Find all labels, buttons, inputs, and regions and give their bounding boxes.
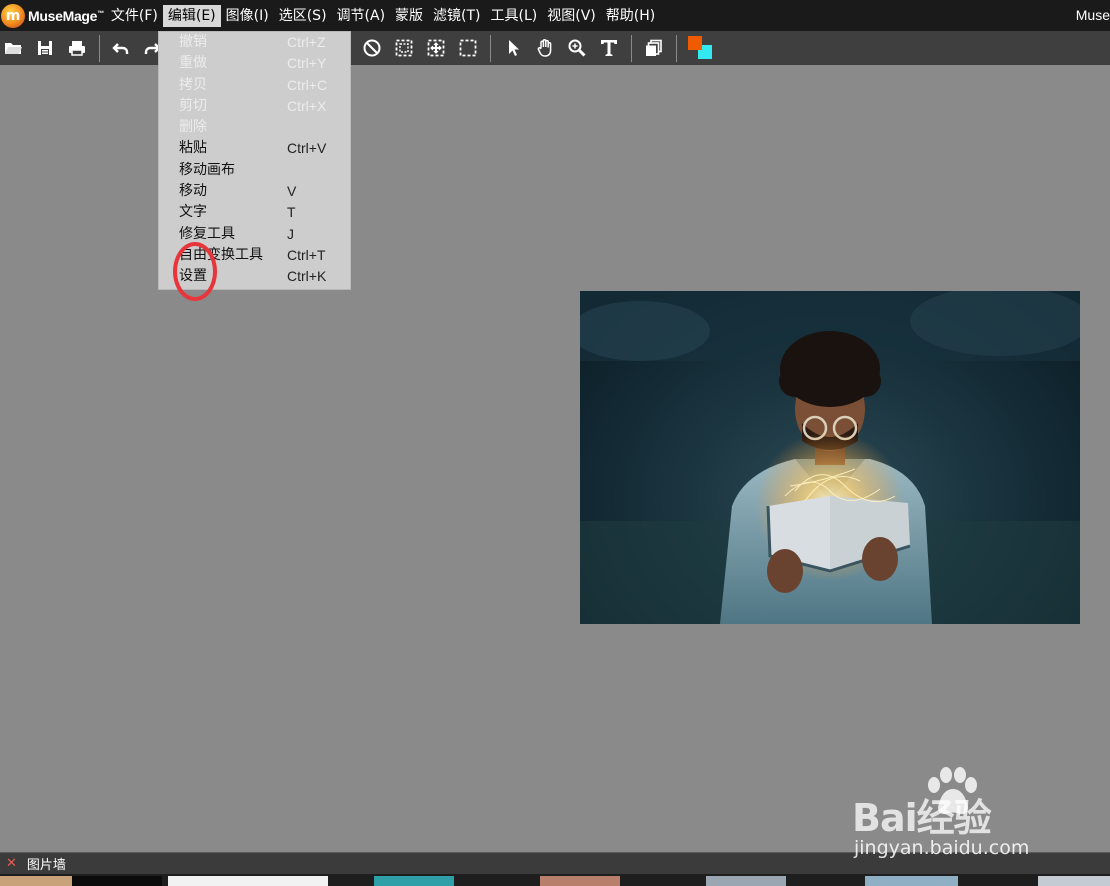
close-icon[interactable]: ✕ bbox=[6, 856, 17, 871]
menu-mask[interactable]: 蒙版 bbox=[390, 5, 428, 27]
menu-item-undo[interactable]: 撤销 Ctrl+Z bbox=[159, 32, 350, 53]
menu-edit[interactable]: 编辑(E) bbox=[162, 4, 221, 27]
image-wall-title: 图片墙 bbox=[26, 858, 66, 873]
thumbnail[interactable] bbox=[865, 876, 958, 886]
menu-file[interactable]: 文件(F) bbox=[106, 5, 163, 27]
undo-icon[interactable] bbox=[110, 37, 132, 59]
thumbnail[interactable] bbox=[168, 876, 328, 886]
musemage-logo-icon: m bbox=[1, 3, 25, 28]
open-folder-icon[interactable] bbox=[2, 37, 24, 59]
save-icon[interactable] bbox=[34, 37, 56, 59]
layers-icon[interactable] bbox=[643, 37, 665, 59]
print-icon[interactable] bbox=[66, 37, 88, 59]
menu-image[interactable]: 图像(I) bbox=[221, 5, 274, 27]
image-wall-thumbnails bbox=[0, 874, 1110, 886]
select-grow-icon[interactable] bbox=[425, 37, 447, 59]
thumbnail[interactable] bbox=[706, 876, 786, 886]
deselect-icon[interactable] bbox=[361, 37, 383, 59]
toolbar-separator bbox=[99, 35, 100, 62]
thumbnail[interactable] bbox=[72, 876, 162, 886]
menu-bar: m MuseMage™ 文件(F) 编辑(E) 图像(I) 选区(S) 调节(A… bbox=[0, 0, 1110, 31]
toolbar-separator bbox=[490, 35, 491, 62]
image-wall-panel-header: ✕ 图片墙 bbox=[0, 852, 1110, 874]
menu-item-repair-tool[interactable]: 修复工具 J bbox=[159, 224, 350, 245]
menu-view[interactable]: 视图(V) bbox=[542, 5, 601, 27]
menu-item-free-transform[interactable]: 自由变换工具 Ctrl+T bbox=[159, 245, 350, 266]
pointer-icon[interactable] bbox=[502, 37, 524, 59]
menu-item-cut[interactable]: 剪切 Ctrl+X bbox=[159, 96, 350, 117]
zoom-icon[interactable] bbox=[566, 37, 588, 59]
menu-item-text[interactable]: 文字 T bbox=[159, 202, 350, 223]
menu-item-move[interactable]: 移动 V bbox=[159, 181, 350, 202]
edit-menu-dropdown: 撤销 Ctrl+Z 重做 Ctrl+Y 拷贝 Ctrl+C 剪切 Ctrl+X 删除 粘… bbox=[158, 31, 351, 290]
menu-item-copy[interactable]: 拷贝 Ctrl+C bbox=[159, 75, 350, 96]
photo-content bbox=[580, 291, 1080, 624]
thumbnail[interactable] bbox=[540, 876, 620, 886]
foreground-color-swatch[interactable] bbox=[688, 36, 702, 50]
menu-select[interactable]: 选区(S) bbox=[274, 5, 332, 27]
app-logo-text: MuseMage™ bbox=[28, 7, 104, 24]
select-all-icon[interactable] bbox=[393, 37, 415, 59]
thumbnail[interactable] bbox=[374, 876, 454, 886]
menu-help[interactable]: 帮助(H) bbox=[601, 5, 660, 27]
select-rect-icon[interactable] bbox=[457, 37, 479, 59]
menu-item-delete[interactable]: 删除 bbox=[159, 117, 350, 138]
document-image[interactable] bbox=[580, 291, 1080, 624]
hand-icon[interactable] bbox=[534, 37, 556, 59]
toolbar-separator bbox=[631, 35, 632, 62]
toolbar-separator bbox=[676, 35, 677, 62]
thumbnail[interactable] bbox=[0, 876, 72, 886]
menu-item-redo[interactable]: 重做 Ctrl+Y bbox=[159, 53, 350, 74]
menu-adjust[interactable]: 调节(A) bbox=[332, 5, 391, 27]
menu-item-settings[interactable]: 设置 Ctrl+K bbox=[159, 266, 350, 287]
thumbnail[interactable] bbox=[1038, 876, 1110, 886]
menu-item-paste[interactable]: 粘贴 Ctrl+V bbox=[159, 138, 350, 159]
menu-tools[interactable]: 工具(L) bbox=[486, 5, 543, 27]
menu-item-move-canvas[interactable]: 移动画布 bbox=[159, 160, 350, 181]
menu-filter[interactable]: 滤镜(T) bbox=[428, 5, 485, 27]
window-title: Muse bbox=[1075, 7, 1110, 23]
app-logo: m MuseMage™ bbox=[0, 0, 104, 31]
text-tool-icon[interactable] bbox=[598, 37, 620, 59]
